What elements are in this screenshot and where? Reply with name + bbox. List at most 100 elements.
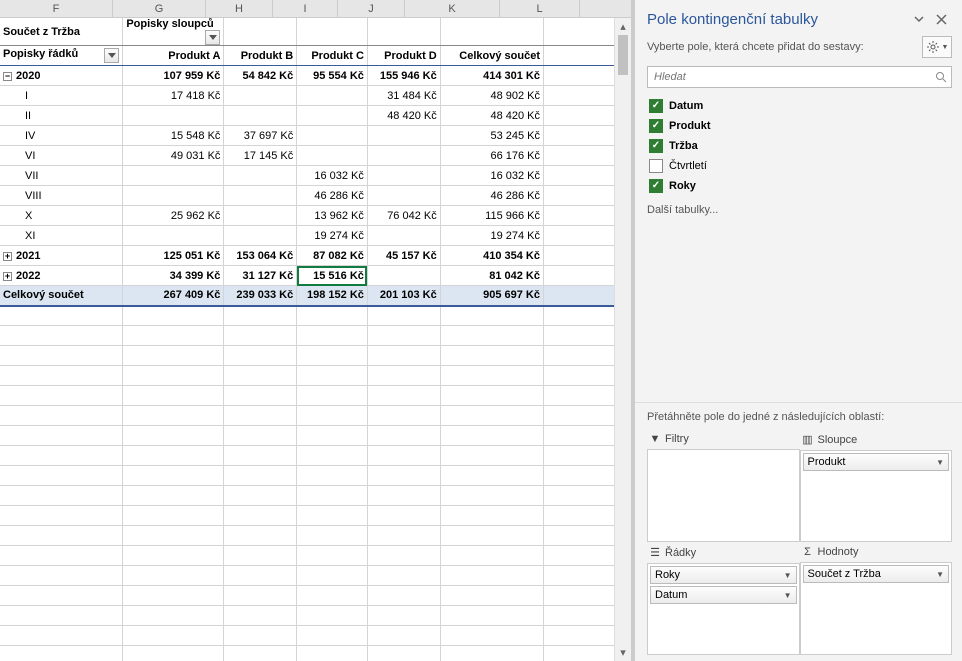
- pivot-cell[interactable]: [224, 206, 297, 226]
- pivot-cell[interactable]: [123, 106, 224, 126]
- row-label[interactable]: VII: [0, 166, 123, 186]
- pivot-cell[interactable]: [123, 166, 224, 186]
- pivot-cell[interactable]: 198 152 Kč: [297, 286, 368, 306]
- chevron-down-icon[interactable]: [908, 8, 930, 30]
- col-header[interactable]: J: [338, 0, 405, 17]
- row-label[interactable]: I: [0, 86, 123, 106]
- pivot-cell[interactable]: 414 301 Kč: [440, 66, 543, 86]
- area-pill[interactable]: Roky▼: [650, 566, 797, 584]
- field-item[interactable]: Produkt: [647, 116, 952, 136]
- pivot-cell[interactable]: [224, 186, 297, 206]
- pivot-cell[interactable]: 267 409 Kč: [123, 286, 224, 306]
- pivot-cell[interactable]: 905 697 Kč: [440, 286, 543, 306]
- pivot-cell[interactable]: [123, 186, 224, 206]
- pivot-cell[interactable]: [297, 126, 368, 146]
- pivot-cell[interactable]: [224, 166, 297, 186]
- field-item[interactable]: Roky: [647, 176, 952, 196]
- close-icon[interactable]: [930, 8, 952, 30]
- chevron-down-icon[interactable]: ▼: [936, 570, 944, 579]
- pivot-cell[interactable]: 76 042 Kč: [367, 206, 440, 226]
- expand-icon[interactable]: +: [3, 272, 12, 281]
- pivot-cell[interactable]: 46 286 Kč: [440, 186, 543, 206]
- chevron-down-icon[interactable]: ▼: [784, 591, 792, 600]
- row-label[interactable]: X: [0, 206, 123, 226]
- scroll-up-button[interactable]: ▴: [615, 18, 631, 35]
- pivot-cell[interactable]: 17 418 Kč: [123, 86, 224, 106]
- pivot-cell[interactable]: [297, 146, 368, 166]
- pivot-cell[interactable]: 15 548 Kč: [123, 126, 224, 146]
- pivot-cell[interactable]: [297, 86, 368, 106]
- pivot-col-label[interactable]: Popisky sloupců: [123, 18, 224, 46]
- field-item[interactable]: Tržba: [647, 136, 952, 156]
- search-input[interactable]: [648, 71, 931, 83]
- chevron-down-icon[interactable]: ▼: [936, 458, 944, 467]
- scroll-down-button[interactable]: ▾: [615, 644, 631, 661]
- pivot-cell[interactable]: 410 354 Kč: [440, 246, 543, 266]
- pivot-cell[interactable]: 46 286 Kč: [297, 186, 368, 206]
- col-header[interactable]: F: [0, 0, 113, 17]
- chevron-down-icon[interactable]: ▼: [784, 571, 792, 580]
- pivot-cell[interactable]: 48 420 Kč: [440, 106, 543, 126]
- pivot-corner[interactable]: Součet z Tržba: [0, 18, 123, 46]
- pivot-col-header[interactable]: Produkt C: [297, 46, 368, 66]
- pivot-cell[interactable]: [367, 166, 440, 186]
- pivot-cell[interactable]: 155 946 Kč: [367, 66, 440, 86]
- pivot-cell[interactable]: [367, 146, 440, 166]
- pivot-cell[interactable]: 87 082 Kč: [297, 246, 368, 266]
- row-label[interactable]: Celkový součet: [0, 286, 123, 306]
- pivot-cell[interactable]: 34 399 Kč: [123, 266, 224, 286]
- spreadsheet-area[interactable]: F G H I J K L Součet z TržbaPopisky slou…: [0, 0, 632, 661]
- vertical-scrollbar[interactable]: ▴ ▾: [614, 18, 631, 661]
- pivot-cell[interactable]: 31 127 Kč: [224, 266, 297, 286]
- pivot-cell[interactable]: 17 145 Kč: [224, 146, 297, 166]
- checkbox[interactable]: [649, 139, 663, 153]
- filter-dropdown-icon[interactable]: [205, 30, 220, 45]
- pivot-cell[interactable]: 49 031 Kč: [123, 146, 224, 166]
- pivot-table[interactable]: Součet z TržbaPopisky sloupcůPopisky řád…: [0, 18, 631, 661]
- pivot-cell[interactable]: 125 051 Kč: [123, 246, 224, 266]
- pivot-cell[interactable]: 13 962 Kč: [297, 206, 368, 226]
- pivot-col-header[interactable]: Produkt A: [123, 46, 224, 66]
- pivot-cell[interactable]: 25 962 Kč: [123, 206, 224, 226]
- area-pill[interactable]: Datum▼: [650, 586, 797, 604]
- search-box[interactable]: [647, 66, 952, 88]
- pivot-cell[interactable]: 107 959 Kč: [123, 66, 224, 86]
- col-header[interactable]: K: [405, 0, 500, 17]
- collapse-icon[interactable]: −: [3, 72, 12, 81]
- field-item[interactable]: Čtvrtletí: [647, 156, 952, 176]
- search-icon[interactable]: [931, 71, 951, 83]
- pivot-cell[interactable]: [367, 226, 440, 246]
- pivot-col-header[interactable]: Celkový součet: [440, 46, 543, 66]
- field-item[interactable]: Datum: [647, 96, 952, 116]
- pivot-cell[interactable]: 16 032 Kč: [440, 166, 543, 186]
- row-label[interactable]: VI: [0, 146, 123, 166]
- pivot-cell[interactable]: 31 484 Kč: [367, 86, 440, 106]
- pivot-cell[interactable]: 239 033 Kč: [224, 286, 297, 306]
- pivot-cell[interactable]: 81 042 Kč: [440, 266, 543, 286]
- pivot-cell[interactable]: 53 245 Kč: [440, 126, 543, 146]
- pivot-cell[interactable]: 95 554 Kč: [297, 66, 368, 86]
- checkbox[interactable]: [649, 159, 663, 173]
- more-tables-link[interactable]: Další tabulky...: [635, 200, 962, 216]
- pivot-cell[interactable]: [224, 226, 297, 246]
- area-pill[interactable]: Součet z Tržba▼: [803, 565, 950, 583]
- pivot-cell[interactable]: [123, 226, 224, 246]
- checkbox[interactable]: [649, 179, 663, 193]
- pivot-cell[interactable]: 66 176 Kč: [440, 146, 543, 166]
- col-header[interactable]: H: [206, 0, 273, 17]
- row-label[interactable]: +2021: [0, 246, 123, 266]
- row-label[interactable]: VIII: [0, 186, 123, 206]
- pivot-cell[interactable]: 15 516 Kč: [297, 266, 368, 286]
- pivot-cell[interactable]: 48 420 Kč: [367, 106, 440, 126]
- row-label[interactable]: IV: [0, 126, 123, 146]
- pivot-row-label[interactable]: Popisky řádků: [0, 46, 123, 66]
- pivot-cell[interactable]: [224, 106, 297, 126]
- pivot-cell[interactable]: [224, 86, 297, 106]
- filter-dropdown-icon[interactable]: [104, 48, 119, 63]
- pivot-cell[interactable]: 19 274 Kč: [440, 226, 543, 246]
- pivot-cell[interactable]: 153 064 Kč: [224, 246, 297, 266]
- pivot-cell[interactable]: 54 842 Kč: [224, 66, 297, 86]
- scroll-thumb[interactable]: [618, 35, 628, 75]
- row-label[interactable]: +2022: [0, 266, 123, 286]
- gear-button[interactable]: ▼: [922, 36, 952, 58]
